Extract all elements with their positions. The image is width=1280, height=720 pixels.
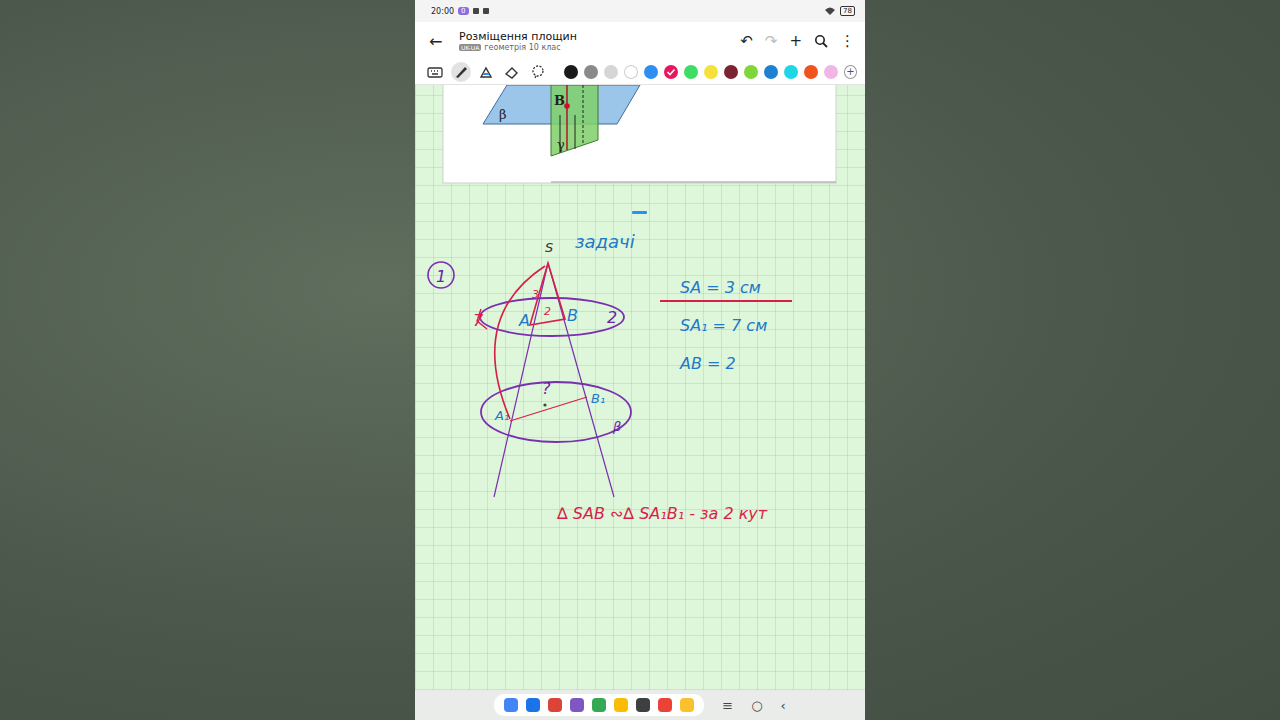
note-title: Розміщення площин UK-UA геометрія 10 кла…	[459, 30, 740, 52]
title: Розміщення площин	[459, 30, 740, 43]
add-color-button[interactable]: +	[844, 65, 857, 79]
plane-beta-label: β	[499, 107, 507, 122]
plane-beta: β	[612, 419, 621, 434]
vertex-label: S	[545, 240, 553, 255]
color-swatch[interactable]	[824, 65, 838, 79]
color-swatch[interactable]	[624, 65, 638, 79]
wifi-icon	[824, 6, 836, 16]
color-swatch[interactable]	[664, 65, 678, 79]
pen-toolbar: +	[415, 60, 865, 85]
check-icon	[666, 67, 676, 77]
color-swatch[interactable]	[724, 65, 738, 79]
point-A: A	[518, 311, 530, 330]
app-bar: ← Розміщення площин UK-UA геометрія 10 к…	[415, 22, 865, 60]
tablet-screen: 20:00 0 78 ← Розміщення площин UK-UA гео…	[415, 0, 865, 720]
unknown-mark: ?	[542, 379, 551, 398]
notebook-name: геометрія 10 клас	[484, 43, 560, 52]
lasso-icon	[530, 65, 546, 79]
notification-icon	[473, 8, 479, 14]
video-frame: 20:00 0 78 ← Розміщення площин UK-UA гео…	[0, 0, 1280, 720]
action-button[interactable]: ↷	[765, 32, 778, 50]
tool-button[interactable]	[528, 62, 548, 82]
app-dock	[494, 694, 704, 716]
color-swatch[interactable]	[744, 65, 758, 79]
tool-button[interactable]	[477, 62, 497, 82]
color-swatch[interactable]	[604, 65, 618, 79]
color-swatch[interactable]	[684, 65, 698, 79]
app-actions: ↶ ↷ + ⋮	[740, 32, 855, 50]
search-icon[interactable]	[814, 34, 828, 48]
heading: задачі	[575, 231, 635, 252]
color-swatch[interactable]	[704, 65, 718, 79]
textbook-figure: β Bγ	[443, 85, 836, 183]
tool-button[interactable]	[502, 62, 522, 82]
handwritten-notes: βBγ1Sзадачі7A32B2?A₁B₁βSA = 3 смSA₁ = 7 …	[415, 85, 865, 690]
side-mark-2: 2	[607, 308, 617, 327]
given-value: SA₁ = 7 см	[680, 316, 767, 335]
more-button[interactable]: ⋮	[840, 32, 855, 50]
app-icon[interactable]	[504, 698, 518, 712]
color-swatch[interactable]	[784, 65, 798, 79]
task-number: 1	[436, 267, 446, 286]
tool-button[interactable]	[425, 62, 445, 82]
color-swatch[interactable]	[644, 65, 658, 79]
pen-icon	[453, 65, 469, 79]
plane-gamma-label: γ	[557, 137, 565, 152]
point-label: B	[554, 93, 565, 108]
navigation-bar: ≡ ○ ‹	[415, 690, 865, 720]
eraser-icon	[504, 65, 520, 79]
language-badge: UK-UA	[459, 44, 481, 51]
status-bar: 20:00 0 78	[415, 0, 865, 22]
status-time: 20:00	[431, 7, 454, 16]
point-A1: A₁	[494, 408, 509, 423]
cone-diagram	[477, 263, 631, 497]
notification-icon	[483, 8, 489, 14]
app-icon[interactable]	[592, 698, 606, 712]
conclusion: ∆ SAB ∾∆ SA₁B₁ - за 2 кут	[556, 504, 768, 523]
length-7: 7	[473, 311, 484, 330]
back-button[interactable]: ←	[429, 32, 459, 51]
app-icon[interactable]	[658, 698, 672, 712]
color-swatch[interactable]	[584, 65, 598, 79]
task-number-circle	[428, 262, 454, 288]
color-swatch[interactable]	[804, 65, 818, 79]
notification-count: 0	[458, 7, 468, 15]
app-icon[interactable]	[680, 698, 694, 712]
app-icon[interactable]	[526, 698, 540, 712]
given-value: SA = 3 см	[680, 278, 761, 297]
point-B: B	[567, 306, 578, 325]
note-canvas[interactable]: βBγ1Sзадачі7A32B2?A₁B₁βSA = 3 смSA₁ = 7 …	[415, 85, 865, 690]
color-swatch[interactable]	[764, 65, 778, 79]
app-icon[interactable]	[614, 698, 628, 712]
length-3: 3	[532, 288, 539, 301]
nav-button[interactable]: ≡	[722, 698, 733, 713]
subtitle: UK-UA геометрія 10 клас	[459, 43, 740, 52]
color-swatch[interactable]	[564, 65, 578, 79]
nav-button[interactable]: ‹	[781, 698, 786, 713]
length-2: 2	[544, 305, 551, 318]
point-B1: B₁	[591, 391, 605, 406]
given-values: SA = 3 см SA₁ = 7 см AB = 2	[660, 278, 792, 373]
app-icon[interactable]	[570, 698, 584, 712]
given-value: AB = 2	[679, 354, 736, 373]
keyboard-icon	[427, 65, 443, 79]
action-button[interactable]: ↶	[740, 32, 753, 50]
page-separator	[632, 211, 647, 214]
action-button[interactable]: +	[789, 32, 802, 50]
app-icon[interactable]	[548, 698, 562, 712]
battery-level: 78	[840, 6, 855, 16]
nav-button[interactable]: ○	[751, 698, 762, 713]
tool-button[interactable]	[451, 62, 471, 82]
highlighter-icon	[478, 65, 494, 79]
app-icon[interactable]	[636, 698, 650, 712]
